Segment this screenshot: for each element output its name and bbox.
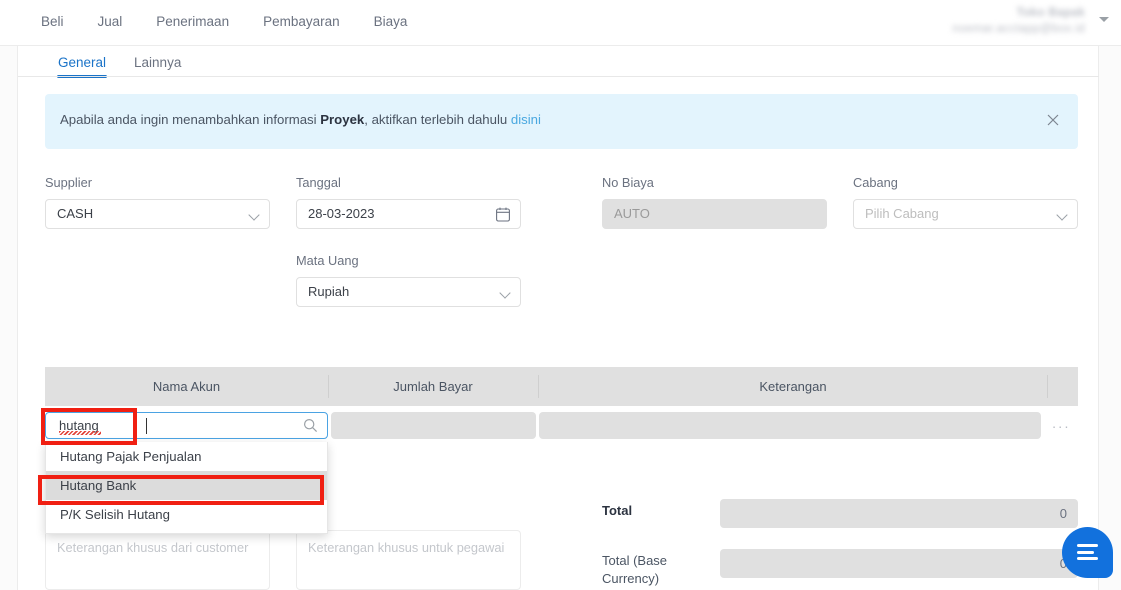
label-cabang: Cabang [853, 175, 898, 190]
no-biaya-placeholder: AUTO [614, 206, 650, 221]
column-header-keterangan: Keterangan [759, 379, 827, 394]
nav-item-beli[interactable]: Beli [24, 11, 81, 33]
spellcheck-underline [59, 431, 101, 435]
form-tabs: General Lainnya [44, 46, 195, 78]
dropdown-option-hutang-bank[interactable]: Hutang Bank [46, 471, 327, 500]
tab-general[interactable]: General [44, 46, 120, 78]
nav-item-pembayaran[interactable]: Pembayaran [246, 11, 357, 33]
column-header-nama-akun: Nama Akun [152, 379, 221, 394]
banner-link-disini[interactable]: disini [511, 112, 541, 127]
nav-item-biaya[interactable]: Biaya [357, 11, 425, 33]
app-root: Beli Jual Penerimaan Pembayaran Biaya To… [0, 0, 1121, 590]
calendar-icon[interactable] [496, 207, 510, 227]
customer-notes-textarea[interactable]: Keterangan khusus dari customer [45, 530, 270, 590]
info-banner: Apabila anda ingin menambahkan informasi… [45, 94, 1078, 149]
tanggal-date-input[interactable]: 28-03-2023 [296, 199, 521, 229]
chevron-down-icon [1058, 211, 1067, 217]
total-label: Total [602, 503, 633, 518]
tanggal-value: 28-03-2023 [308, 206, 375, 221]
cabang-select[interactable]: Pilih Cabang [853, 199, 1078, 229]
top-nav-items: Beli Jual Penerimaan Pembayaran Biaya [24, 11, 424, 33]
nav-item-jual[interactable]: Jual [81, 11, 140, 33]
header-divider [1047, 375, 1048, 398]
chat-lines [1077, 544, 1098, 564]
nav-item-penerimaan[interactable]: Penerimaan [139, 11, 246, 33]
user-email: noemar.acctapp@box.id [952, 23, 1085, 35]
tabs-divider [18, 76, 1099, 77]
mata-uang-select[interactable]: Rupiah [296, 277, 521, 307]
top-navigation-bar: Beli Jual Penerimaan Pembayaran Biaya To… [0, 0, 1121, 46]
search-icon[interactable] [303, 418, 318, 438]
banner-bold-word: Proyek [320, 112, 365, 127]
no-biaya-input: AUTO [602, 199, 827, 229]
chevron-down-icon[interactable] [1099, 17, 1109, 22]
total-base-currency-value-box: 0 [720, 549, 1078, 578]
nama-akun-search-input[interactable]: hutang [45, 412, 328, 439]
mata-uang-value: Rupiah [308, 284, 350, 299]
employee-notes-placeholder: Keterangan khusus untuk pegawai [308, 540, 505, 555]
label-mata-uang: Mata Uang [296, 253, 359, 268]
row-more-actions-button[interactable]: ··· [1050, 419, 1072, 433]
chevron-down-icon [501, 289, 510, 295]
label-supplier: Supplier [45, 175, 92, 190]
user-name: Toko Bapak [1016, 7, 1085, 19]
cabang-placeholder: Pilih Cabang [865, 206, 939, 221]
close-icon[interactable] [1044, 111, 1064, 131]
text-caret [146, 418, 147, 434]
banner-text-after: , aktifkan terlebih dahulu [364, 112, 511, 127]
jumlah-bayar-cell[interactable] [331, 412, 536, 439]
total-base-currency-label: Total (Base Currency) [602, 553, 668, 586]
total-value: 0 [1059, 506, 1067, 521]
line-items-table-header: Nama Akun Jumlah Bayar Keterangan [45, 367, 1078, 406]
chat-bubble-icon[interactable] [1062, 527, 1113, 578]
dropdown-option-hutang-pajak-penjualan[interactable]: Hutang Pajak Penjualan [46, 442, 327, 471]
column-header-jumlah-bayar: Jumlah Bayar [393, 379, 473, 394]
tab-lainnya[interactable]: Lainnya [120, 46, 195, 78]
nama-akun-dropdown: Hutang Pajak Penjualan Hutang Bank P/K S… [45, 442, 328, 534]
chevron-down-icon [250, 211, 259, 217]
tab-general-label: General [58, 55, 107, 70]
info-banner-text: Apabila anda ingin menambahkan informasi… [60, 109, 541, 131]
right-rail [1099, 46, 1121, 590]
dropdown-option-pk-selisih-hutang[interactable]: P/K Selisih Hutang [46, 500, 327, 529]
employee-notes-textarea[interactable]: Keterangan khusus untuk pegawai [296, 530, 521, 590]
keterangan-cell[interactable] [539, 412, 1041, 439]
supplier-select[interactable]: CASH [45, 199, 270, 229]
tab-lainnya-label: Lainnya [134, 55, 182, 70]
label-no-biaya: No Biaya [602, 175, 654, 190]
total-value-box: 0 [720, 499, 1078, 528]
supplier-value: CASH [57, 206, 94, 221]
label-tanggal: Tanggal [296, 175, 341, 190]
banner-text-before: Apabila anda ingin menambahkan informasi [60, 112, 321, 127]
user-account-block[interactable]: Toko Bapak noemar.acctapp@box.id [952, 5, 1085, 37]
customer-notes-placeholder: Keterangan khusus dari customer [57, 540, 249, 555]
left-rail [0, 46, 18, 590]
